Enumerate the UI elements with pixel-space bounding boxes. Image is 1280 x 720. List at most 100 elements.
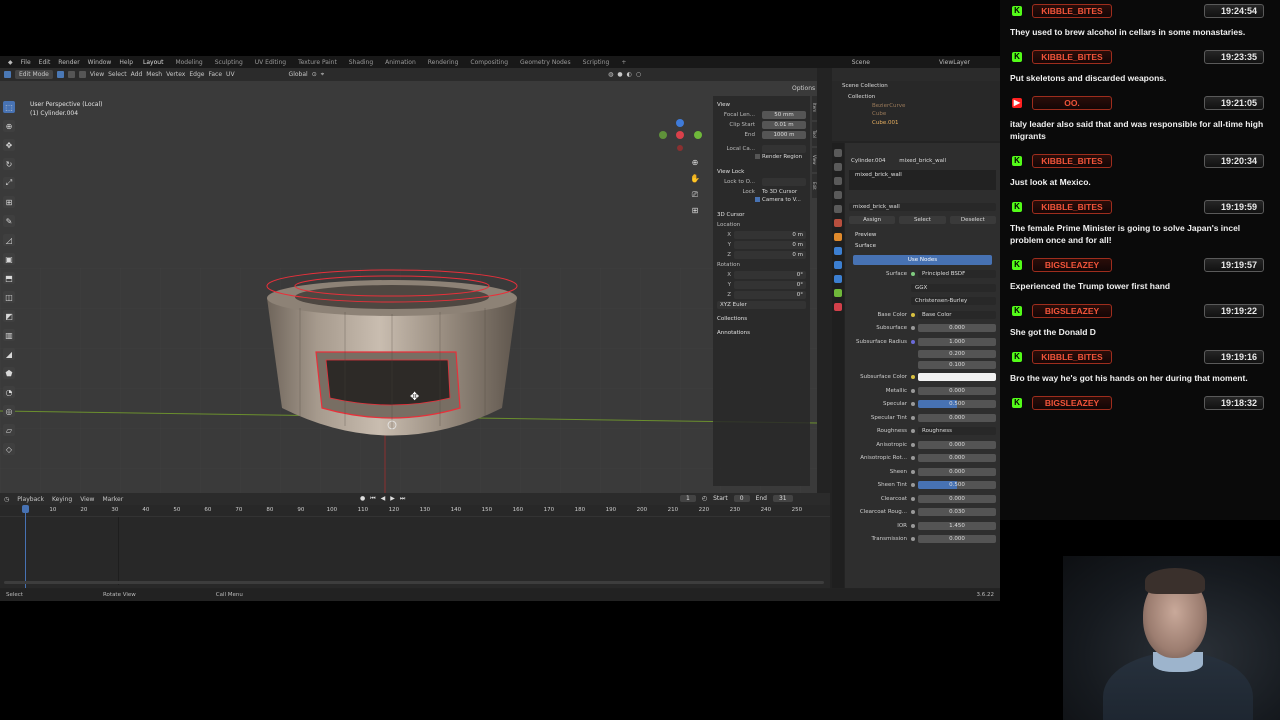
start-frame-field[interactable]: 0 (733, 495, 750, 502)
smooth-tool-icon[interactable]: ◎ (3, 405, 15, 417)
cursor-location-z[interactable]: 0 m (734, 251, 806, 259)
rotation-mode-dropdown[interactable]: XYZ Euler (717, 301, 806, 309)
output-properties-icon[interactable] (834, 177, 842, 185)
material-name-field[interactable]: mixed_brick_wall (849, 202, 996, 211)
menu-window[interactable]: Window (84, 59, 116, 66)
menu-render[interactable]: Render (54, 59, 83, 66)
cursor-rotation-y[interactable]: 0° (734, 281, 806, 289)
menu-face[interactable]: Face (208, 71, 222, 78)
record-icon[interactable]: ● (360, 495, 365, 503)
view-lock-section[interactable]: View Lock (713, 167, 810, 177)
mode-selector[interactable]: Edit Mode (15, 70, 53, 79)
move-tool-icon[interactable]: ✥ (3, 139, 15, 151)
inset-tool-icon[interactable]: ◫ (3, 291, 15, 303)
rip-tool-icon[interactable]: ◇ (3, 443, 15, 455)
current-frame-field[interactable]: 1 (680, 495, 696, 502)
assign-button[interactable]: Assign (849, 215, 896, 224)
to-3d-cursor-checkbox[interactable]: To 3D Cursor (762, 189, 806, 195)
snap-icon[interactable]: ⌖ (321, 71, 324, 79)
menu-add[interactable]: Add (131, 71, 143, 78)
use-nodes-button[interactable]: Use Nodes (853, 254, 992, 265)
extrude-tool-icon[interactable]: ⬒ (3, 272, 15, 284)
cursor-location-y[interactable]: 0 m (734, 241, 806, 249)
shear-tool-icon[interactable]: ▱ (3, 424, 15, 436)
sidebar-tab-item[interactable]: Item (812, 96, 817, 120)
face-select-icon[interactable] (78, 71, 86, 78)
pan-hand-icon[interactable]: ✋ (690, 174, 700, 184)
specular-tint-field[interactable]: 0.000 (918, 413, 996, 422)
outliner-beziercurve[interactable]: BezierCurve (832, 103, 1000, 110)
spin-tool-icon[interactable]: ◔ (3, 386, 15, 398)
surface-panel[interactable]: Surface (845, 241, 1000, 252)
cursor-location-x[interactable]: 0 m (734, 231, 806, 239)
render-properties-icon[interactable] (834, 163, 842, 171)
menu-select[interactable]: Select (108, 71, 127, 78)
breadcrumb-object[interactable]: Cylinder.004 (851, 158, 886, 164)
bevel-tool-icon[interactable]: ◩ (3, 310, 15, 322)
view-section-title[interactable]: View (713, 100, 810, 110)
anisotropic-rotation-field[interactable]: 0.000 (918, 454, 996, 463)
transmission-field[interactable]: 0.000 (918, 535, 996, 544)
subsurface-radius-y[interactable]: 0.200 (918, 350, 996, 358)
timeline-ruler[interactable]: 1102030405060708090100110120130140150160… (0, 505, 830, 517)
render-region-checkbox[interactable]: Render Region (713, 154, 810, 163)
material-slot-item[interactable]: mixed_brick_wall (855, 172, 902, 178)
scene-selector[interactable]: Scene (852, 59, 870, 66)
clip-start-field[interactable]: 0.01 m (762, 121, 806, 129)
sidebar-tab-tool[interactable]: Tool (812, 122, 817, 146)
menu-edit[interactable]: Edit (35, 59, 55, 66)
outliner[interactable]: Scene Collection Collection BezierCurve … (832, 68, 1000, 141)
camera-view-icon[interactable]: ⎚ (690, 190, 700, 200)
step-back-icon[interactable]: ◀ (381, 495, 386, 503)
camera-to-view-checkbox[interactable]: Camera to V... (713, 197, 810, 206)
physics-properties-icon[interactable] (834, 275, 842, 283)
subsurface-method-dropdown[interactable]: Christensen-Burley (911, 297, 996, 306)
transform-tool-icon[interactable]: ⊞ (3, 196, 15, 208)
ior-field[interactable]: 1.450 (918, 521, 996, 530)
overlay-icon[interactable]: ◍ (608, 71, 613, 78)
clip-end-field[interactable]: 1000 m (762, 131, 806, 139)
outliner-collection[interactable]: Collection (832, 92, 1000, 103)
timeline-editor[interactable]: ◷ Playback Keying View Marker ● ⏮ ◀ ▶ ⏭ … (0, 493, 830, 588)
select-box-tool-icon[interactable]: ⬚ (3, 101, 15, 113)
sidebar-tab-view[interactable]: View (812, 148, 817, 172)
outliner-cube[interactable]: Cube (832, 110, 1000, 119)
shading-solid-icon[interactable]: ● (617, 71, 622, 78)
measure-tool-icon[interactable]: ◿ (3, 234, 15, 246)
blender-logo-icon[interactable]: ◆ (4, 59, 17, 66)
preview-panel[interactable]: Preview (845, 230, 1000, 241)
jump-start-icon[interactable]: ⏮ (370, 495, 375, 503)
modifier-properties-icon[interactable] (834, 247, 842, 255)
workspace-tab-scripting[interactable]: Scripting (577, 59, 616, 66)
view-layer-selector[interactable]: ViewLayer (939, 59, 970, 66)
metallic-field[interactable]: 0.000 (918, 386, 996, 395)
knife-tool-icon[interactable]: ◢ (3, 348, 15, 360)
workspace-tab-sculpting[interactable]: Sculpting (209, 59, 249, 66)
menu-marker[interactable]: Marker (102, 496, 123, 503)
workspace-tab-layout[interactable]: Layout (137, 59, 169, 66)
scale-tool-icon[interactable]: ⤢ (3, 177, 15, 189)
options-button[interactable]: Options (792, 85, 815, 92)
distribution-dropdown[interactable]: GGX (911, 283, 996, 292)
edge-select-icon[interactable] (67, 71, 75, 78)
anisotropic-field[interactable]: 0.000 (918, 440, 996, 449)
perspective-grid-icon[interactable]: ⊞ (690, 206, 700, 216)
subsurface-radius-x[interactable]: 1.000 (918, 337, 996, 346)
material-slot-list[interactable]: mixed_brick_wall (849, 170, 996, 190)
zoom-icon[interactable]: ⊕ (690, 158, 700, 168)
menu-playback[interactable]: Playback (17, 496, 44, 503)
menu-edge[interactable]: Edge (189, 71, 204, 78)
menu-view[interactable]: View (90, 71, 104, 78)
collections-section[interactable]: Collections (713, 314, 810, 324)
clearcoat-field[interactable]: 0.000 (918, 494, 996, 503)
end-frame-field[interactable]: 31 (772, 495, 793, 502)
lock-to-object-field[interactable] (762, 178, 806, 186)
3d-viewport[interactable]: ✥ Edit Mode View Select Add Mesh Vertex (0, 68, 817, 493)
play-icon[interactable]: ▶ (390, 495, 395, 503)
menu-keying[interactable]: Keying (52, 496, 72, 503)
timeline-scrollbar[interactable] (4, 581, 824, 584)
menu-vertex[interactable]: Vertex (166, 71, 185, 78)
poly-build-tool-icon[interactable]: ⬟ (3, 367, 15, 379)
subsurface-radius-z[interactable]: 0.100 (918, 361, 996, 369)
tool-properties-icon[interactable] (834, 149, 842, 157)
